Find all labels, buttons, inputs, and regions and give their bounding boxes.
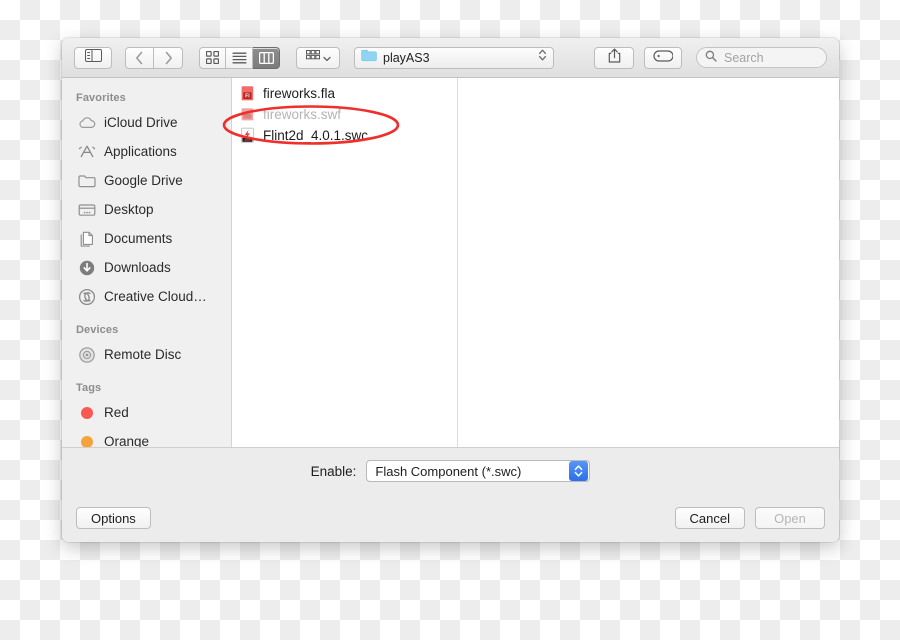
sidebar-item-downloads[interactable]: Downloads (62, 253, 231, 282)
chevron-right-icon (165, 51, 172, 64)
preview-column (458, 78, 839, 447)
file-browser: Fl fireworks.fla fireworks.swf swc Flint… (232, 78, 839, 447)
dialog-toolbar: playAS3 (62, 38, 839, 78)
sidebar-item-label: Orange (104, 434, 150, 447)
chevron-down-icon (322, 49, 331, 67)
sidebar-item-label: iCloud Drive (104, 115, 178, 130)
flash-swf-icon (239, 106, 256, 123)
options-button[interactable]: Options (76, 507, 151, 529)
file-name: fireworks.fla (263, 86, 336, 101)
sidebar: Favorites iCloud Drive Applications Goog… (62, 78, 232, 447)
documents-icon (78, 230, 96, 248)
sidebar-item-icloud-drive[interactable]: iCloud Drive (62, 108, 231, 137)
sidebar-item-label: Documents (104, 231, 173, 246)
view-icon-button[interactable] (199, 46, 226, 69)
dialog-body: Favorites iCloud Drive Applications Goog… (62, 78, 839, 447)
stepper-icon[interactable] (569, 461, 589, 481)
tag-icon (653, 49, 674, 67)
file-name: fireworks.swf (263, 107, 342, 122)
sidebar-item-documents[interactable]: Documents (62, 224, 231, 253)
search-icon (705, 49, 717, 67)
file-list-item[interactable]: Fl fireworks.fla (232, 83, 457, 104)
folder-icon (361, 49, 377, 67)
file-list-item[interactable]: fireworks.swf (232, 104, 457, 125)
creative-cloud-icon (78, 288, 96, 306)
enable-filetype-value: Flash Component (*.swc) (375, 463, 522, 479)
tag-button[interactable] (644, 46, 682, 69)
enable-label: Enable: (310, 463, 357, 479)
sidebar-item-applications[interactable]: Applications (62, 137, 231, 166)
flash-fla-icon: Fl (239, 85, 256, 102)
tag-dot-icon (78, 404, 96, 422)
file-name: Flint2d_4.0.1.swc (263, 128, 369, 143)
sidebar-item-remote-disc[interactable]: Remote Disc (62, 340, 231, 369)
flash-swc-icon: swc (239, 127, 256, 144)
sidebar-item-label: Downloads (104, 260, 171, 275)
open-button[interactable]: Open (755, 507, 825, 529)
sidebar-section-devices-header: Devices (76, 324, 119, 336)
dialog-footer: Options Cancel Open (62, 494, 839, 542)
sidebar-item-label: Desktop (104, 202, 154, 217)
chevron-left-icon (135, 51, 143, 64)
svg-text:swc: swc (244, 138, 250, 142)
path-popup-label: playAS3 (383, 50, 430, 65)
cloud-icon (78, 114, 96, 132)
arrange-icon (305, 49, 320, 67)
cancel-button[interactable]: Cancel (674, 507, 745, 529)
back-button[interactable] (125, 46, 154, 69)
sidebar-item-tag-red[interactable]: Red (62, 398, 231, 427)
desktop-icon (78, 201, 96, 219)
sidebar-item-label: Applications (104, 144, 177, 159)
sidebar-section-favorites-header: Favorites (76, 92, 126, 104)
sidebar-item-label: Red (104, 405, 129, 420)
search-input[interactable] (722, 49, 818, 66)
grid-icon (206, 51, 219, 64)
arrange-by-button[interactable] (296, 46, 340, 69)
forward-button[interactable] (154, 46, 183, 69)
view-list-button[interactable] (226, 46, 253, 69)
enable-bar: Enable: Flash Component (*.swc) (62, 447, 839, 494)
sidebar-section-tags-header: Tags (76, 382, 102, 394)
columns-icon (258, 51, 274, 64)
enable-filetype-select[interactable]: Flash Component (*.swc) (366, 460, 591, 482)
view-column-button[interactable] (253, 46, 280, 69)
share-button[interactable] (594, 46, 634, 69)
list-icon (232, 52, 246, 63)
share-icon (608, 48, 621, 68)
tag-dot-icon (78, 433, 96, 447)
svg-text:Fl: Fl (245, 94, 250, 100)
view-mode-buttons (199, 46, 280, 69)
applications-icon (78, 143, 96, 161)
sidebar-item-tag-orange[interactable]: Orange (62, 427, 231, 447)
updown-chevron-icon (538, 48, 547, 67)
sidebar-item-creative-cloud[interactable]: Creative Cloud… (62, 282, 231, 311)
search-field[interactable] (696, 47, 827, 68)
disc-icon (78, 346, 96, 364)
sidebar-icon (84, 48, 102, 67)
sidebar-item-label: Creative Cloud… (104, 289, 207, 304)
path-popup-button[interactable]: playAS3 (354, 46, 554, 69)
sidebar-item-label: Google Drive (104, 173, 183, 188)
file-list-column[interactable]: Fl fireworks.fla fireworks.swf swc Flint… (232, 78, 458, 447)
file-list-item[interactable]: swc Flint2d_4.0.1.swc (232, 125, 457, 146)
folder-icon (78, 172, 96, 190)
open-file-dialog: playAS3 Search Favorites iCloud Drive Ap… (62, 38, 839, 542)
sidebar-item-google-drive[interactable]: Google Drive (62, 166, 231, 195)
downloads-icon (78, 259, 96, 277)
sidebar-item-label: Remote Disc (104, 347, 182, 362)
sidebar-item-desktop[interactable]: Desktop (62, 195, 231, 224)
navigation-buttons (125, 46, 183, 69)
sidebar-toggle-button[interactable] (74, 46, 112, 69)
